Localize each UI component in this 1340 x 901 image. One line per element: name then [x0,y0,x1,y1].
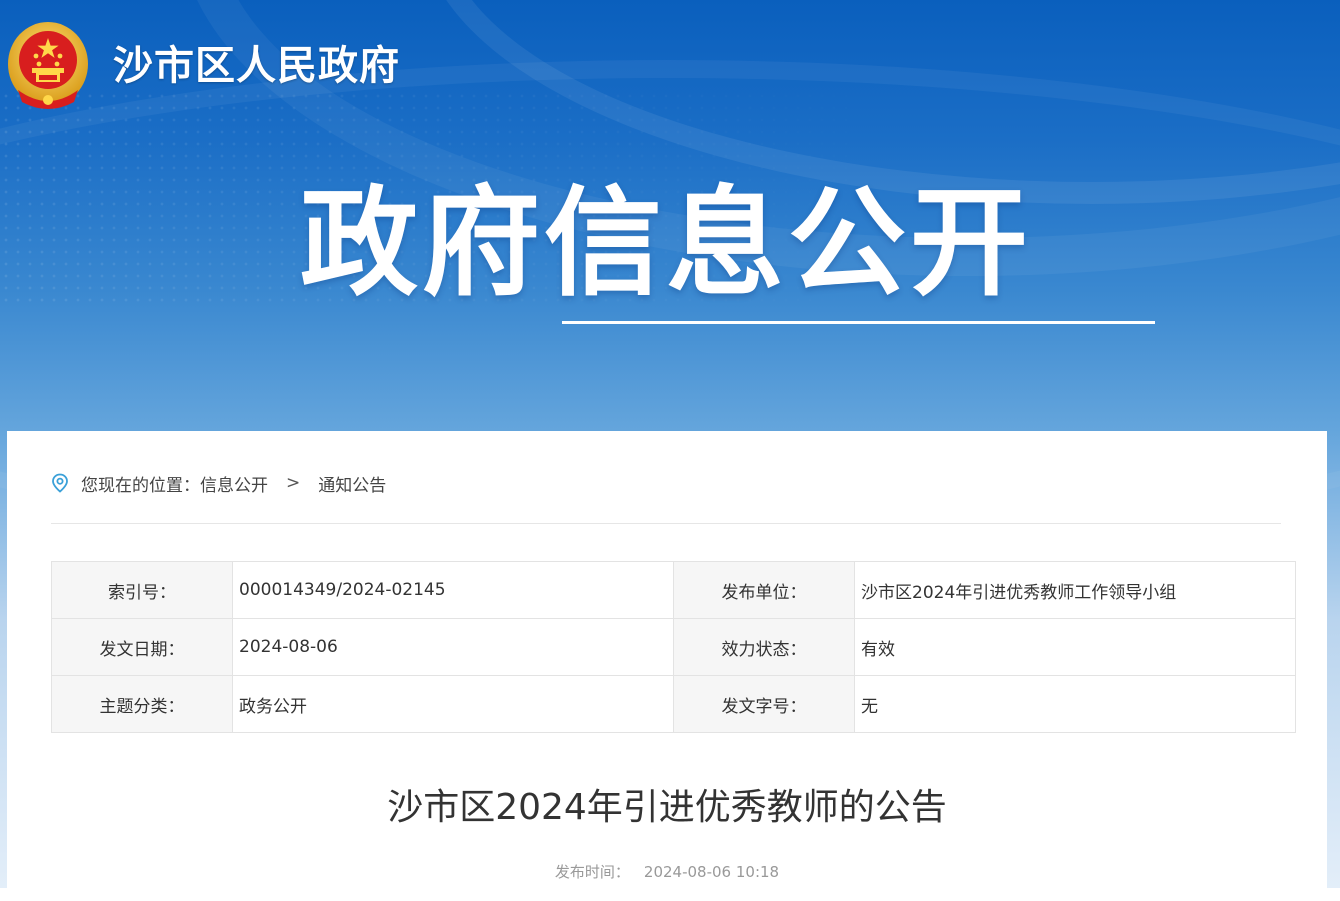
meta-value: 无 [854,675,1296,733]
breadcrumb: 您现在的位置： 信息公开 > 通知公告 [51,467,386,499]
breadcrumb-link-info-disclosure[interactable]: 信息公开 [200,471,268,496]
table-row: 索引号： 000014349/2024-02145 发布单位： 沙市区2024年… [51,561,1296,619]
breadcrumb-link-notices[interactable]: 通知公告 [318,471,386,496]
meta-label: 效力状态： [673,618,855,676]
hero-title: 政府信息公开 [300,174,1033,312]
national-emblem-icon[interactable] [6,20,90,112]
publish-time-value: 2024-08-06 10:18 [643,863,780,881]
meta-value: 有效 [854,618,1296,676]
publish-time-label: 发布时间： [554,863,630,881]
meta-value: 2024-08-06 [232,618,674,676]
meta-label: 索引号： [51,561,233,619]
meta-value: 000014349/2024-02145 [232,561,674,619]
meta-value: 沙市区2024年引进优秀教师工作领导小组 [854,561,1296,619]
meta-value: 政务公开 [232,675,674,733]
article-title: 沙市区2024年引进优秀教师的公告 [387,787,947,828]
site-name[interactable]: 沙市区人民政府 [113,38,400,94]
table-row: 发文日期： 2024-08-06 效力状态： 有效 [51,618,1296,676]
location-pin-icon [52,473,68,493]
meta-label: 发文字号： [673,675,855,733]
content-panel: 您现在的位置： 信息公开 > 通知公告 索引号： 000014349/2024-… [7,431,1327,901]
meta-label: 发文日期： [51,618,233,676]
divider [51,523,1281,524]
breadcrumb-prefix: 您现在的位置： [81,475,200,496]
hero-underline [562,321,1155,324]
document-metadata-table: 索引号： 000014349/2024-02145 发布单位： 沙市区2024年… [51,561,1296,733]
table-row: 主题分类： 政务公开 发文字号： 无 [51,675,1296,733]
breadcrumb-separator: > [286,473,301,493]
meta-label: 主题分类： [51,675,233,733]
meta-label: 发布单位： [673,561,855,619]
publish-time: 发布时间： 2024-08-06 10:18 [7,861,1327,882]
